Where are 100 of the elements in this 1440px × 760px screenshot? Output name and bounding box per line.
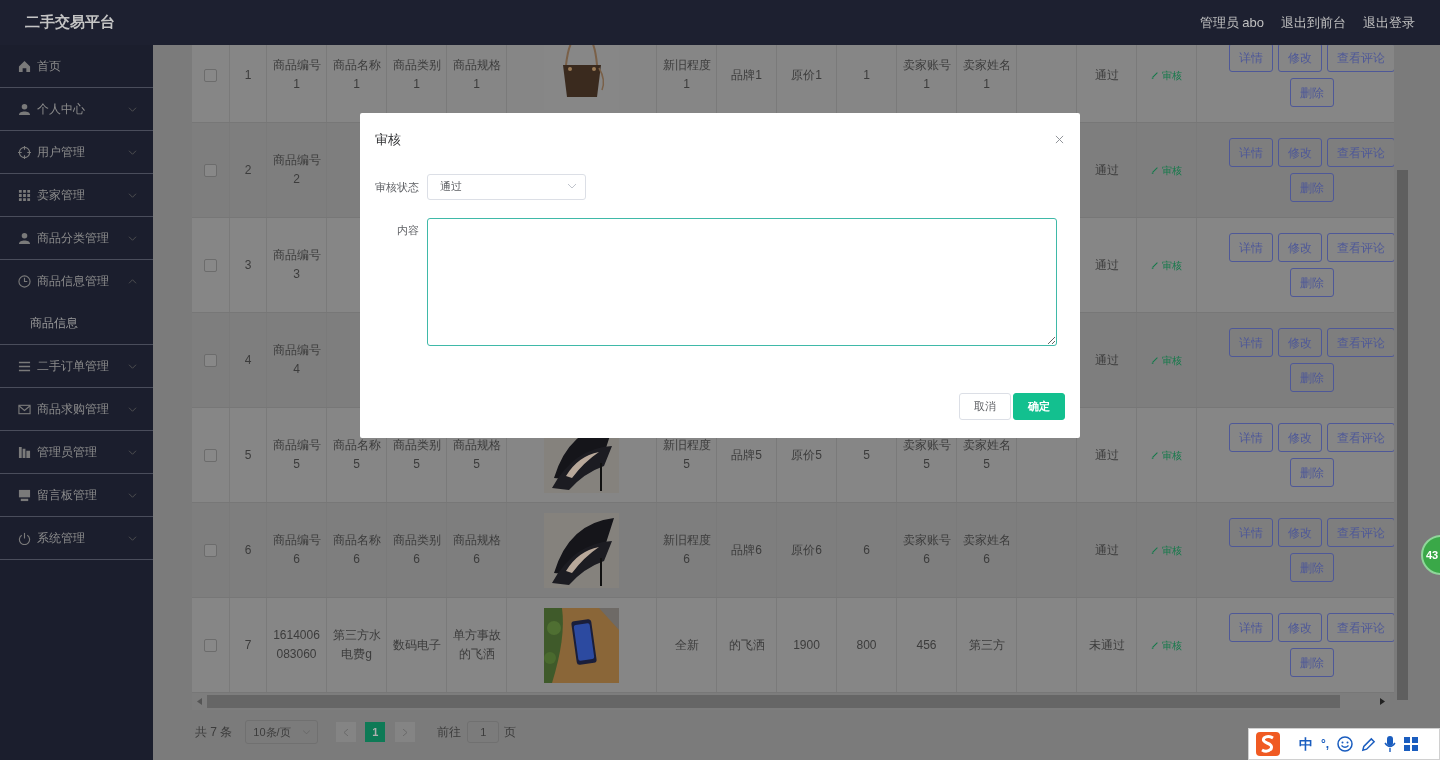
chevron-icon [568,184,576,189]
grid-icon [1404,737,1419,751]
microphone-icon [1384,736,1397,752]
checkbox[interactable] [204,638,217,652]
input-method-logo [1255,731,1281,757]
review-link[interactable]: 审核 [1151,447,1182,463]
table-cell-text: 卖家姓名5 [962,437,1011,473]
table-cell-text: 商品名称5 [332,437,381,473]
table-cell-text: 原价1 [791,66,822,84]
table-cell-text: 1900 [793,636,820,654]
checkbox[interactable] [204,258,217,272]
chevron-right-icon [403,728,408,736]
page-input[interactable]: 1 [467,721,500,743]
sidebar-item[interactable]: 商品信息管理 [0,260,153,302]
table-cell-text: 商品类别6 [392,532,441,568]
table-cell-text: 6 [244,541,252,559]
header-link[interactable]: 退出登录 [1363,12,1415,33]
clock-icon [18,274,31,288]
table-cell-text: 原价6 [791,541,822,559]
table-cell-text: 3 [244,256,252,274]
table-cell-text: 6 [863,541,870,559]
table-cell-text: 5 [863,446,870,464]
field-label: 审核状态 [374,179,420,195]
table-cell-text: 品牌1 [731,66,762,84]
status-text: 通过 [1094,352,1119,369]
checkbox[interactable] [204,68,217,82]
pen-icon [1361,736,1377,752]
review-link[interactable]: 审核 [1151,637,1182,653]
table-cell-text: 商品规格1 [452,57,501,93]
page-button[interactable]: 1 [365,722,386,742]
sidebar-item[interactable]: 管理员管理 [0,431,153,473]
review-link[interactable]: 审核 [1151,162,1182,178]
review-link[interactable]: 审核 [1151,542,1182,558]
sidebar-item[interactable]: 二手订单管理 [0,345,153,387]
page-size-select[interactable]: 10条/页 [245,720,319,744]
power-icon [18,531,31,545]
header-link[interactable]: 退出到前台 [1281,12,1346,33]
sidebar-item[interactable]: 商品求购管理 [0,388,153,430]
status-select[interactable]: 通过 [427,173,586,200]
table-cell-text: 800 [856,636,877,654]
crosshair-icon [18,145,31,159]
checkbox[interactable] [204,448,217,462]
status-text: 通过 [1094,162,1119,179]
table-cell-text: 商品规格5 [452,437,501,473]
table-cell-text: 原价5 [791,446,822,464]
table-cell-text: 商品名称6 [332,532,381,568]
table-cell-text: 商品名称1 [332,57,381,93]
sidebar-item[interactable]: 个人中心 [0,88,153,130]
user-name: 管理员 abo [1199,13,1264,32]
sidebar-item[interactable]: 商品分类管理 [0,217,153,259]
user-icon [18,102,31,116]
checkbox[interactable] [204,353,217,367]
field-label: 内容 [396,222,420,238]
sidebar-item[interactable]: 首页 [0,45,153,87]
sidebar-item[interactable]: 留言板管理 [0,474,153,516]
total-count: 共 7 条 [195,724,233,741]
table-cell-text: 卖家账号6 [902,532,951,568]
scroll-left-icon [197,698,202,705]
table-cell-text: 全新 [674,636,699,654]
pencil-icon [1151,546,1159,554]
checkbox[interactable] [204,543,217,557]
grid-icon [18,188,31,202]
status-text: 未通过 [1088,637,1125,654]
dialog-button[interactable]: 取消 [959,392,1011,420]
table-cell-text: 新旧程度5 [662,437,711,473]
input-mode-toggle[interactable]: 中 [1299,733,1313,755]
sidebar-subitem[interactable]: 商品信息 [0,302,153,344]
next-page-button[interactable] [395,722,416,742]
content-textarea[interactable] [427,217,1057,346]
smiley-icon [1337,736,1354,752]
table-cell-text: 商品编号1 [272,57,321,93]
prev-page-button[interactable] [336,722,357,742]
pencil-icon [1151,261,1159,269]
user-icon [18,231,31,245]
sidebar-item[interactable]: 用户管理 [0,131,153,173]
review-link[interactable]: 审核 [1151,352,1182,368]
table-cell-text: 1 [863,66,870,84]
table-cell-text: 商品类别5 [392,437,441,473]
table-cell-text: 商品编号3 [272,247,321,283]
table-cell-text: 5 [244,446,252,464]
pencil-icon [1151,451,1159,459]
dialog-button[interactable]: 确定 [1013,392,1065,420]
punctuation-toggle[interactable]: °, [1321,735,1330,753]
app-title: 二手交易平台 [25,12,115,33]
table-cell-text: 品牌6 [731,541,762,559]
status-text: 通过 [1094,542,1119,559]
sidebar-item[interactable]: 系统管理 [0,517,153,559]
monitor-icon [18,488,31,502]
close-icon[interactable] [1054,135,1064,145]
table-cell-text: 第三方水电费g [332,627,381,663]
pencil-icon [1151,641,1159,649]
checkbox[interactable] [204,163,217,177]
review-link[interactable]: 审核 [1151,257,1182,273]
notification-badge[interactable]: 43 [1421,535,1440,575]
table-cell-text: 7 [244,636,252,654]
table-cell-text: 卖家账号5 [902,437,951,473]
mail-icon [18,402,31,416]
sidebar-item[interactable]: 卖家管理 [0,174,153,216]
bar-chart-icon [18,445,31,459]
review-link[interactable]: 审核 [1151,67,1182,83]
